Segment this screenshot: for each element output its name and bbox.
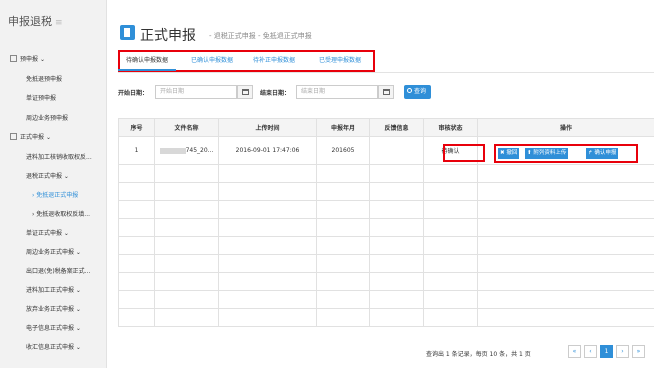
withdraw-button[interactable]: ✖ 撤回 [498, 148, 520, 159]
calendar-icon [242, 89, 249, 95]
col-period: 申报年月 [316, 118, 370, 137]
sidebar-item-mianditui-fantian[interactable]: › 免抵退收取权反填... [32, 209, 90, 218]
upload-attachments-button[interactable]: ⬆ 附列资料上传 [525, 148, 569, 159]
table-row-empty [118, 290, 654, 309]
grid-icon [10, 55, 17, 62]
sidebar-item-formal-declare[interactable]: 正式申报 ⌄ [10, 132, 51, 141]
sidebar-item-beian-formal[interactable]: 出口退(免)税备案正式... [26, 266, 90, 275]
query-button[interactable]: 查询 [404, 85, 431, 99]
breadcrumb: - 退税正式申报 - 免抵退正式申报 [209, 32, 312, 40]
sidebar-item-shouhui-formal[interactable]: 收汇信息正式申报 ⌄ [26, 342, 81, 351]
end-date-label: 结束日期： [260, 90, 291, 97]
sidebar-item-zhoubian-pre[interactable]: 周边业务预申报 [26, 113, 68, 122]
cell-upload-time: 2016-09-01 17:47:06 [218, 136, 317, 165]
table-header: 序号 文件名称 上传时间 申报年月 反馈信息 审核状态 操作 [118, 118, 654, 137]
sidebar-title: 申报退税 ≡ [8, 15, 63, 28]
calendar-icon [383, 89, 390, 95]
col-feedback: 反馈信息 [369, 118, 424, 137]
col-status: 审核状态 [423, 118, 478, 137]
sidebar-item-zhoubian-formal[interactable]: 周边业务正式申报 ⌄ [26, 247, 81, 256]
sidebar-item-dianzi-formal[interactable]: 电子信息正式申报 ⌄ [26, 323, 81, 332]
redacted-text [159, 147, 186, 154]
sidebar-item-mianditui-formal[interactable]: › 免抵退正式申报 [32, 190, 78, 199]
pager-first-button[interactable]: « [568, 345, 581, 358]
document-icon [120, 25, 135, 40]
sidebar-item-jinliao-hexiao[interactable]: 进料加工核销收取权反... [26, 152, 92, 161]
sidebar-item-danzheng-pre[interactable]: 单证预申报 [26, 93, 56, 102]
search-icon [407, 88, 412, 93]
table-row-empty [118, 236, 654, 255]
sidebar-item-tuishui-formal[interactable]: 退税正式申报 ⌄ [26, 171, 69, 180]
pager-summary: 查询出 1 条记录，每页 10 条，共 1 页 [426, 351, 531, 358]
col-actions: 操作 [477, 118, 654, 137]
table-row-empty [118, 164, 654, 183]
status-highlight-box [443, 144, 485, 162]
main-content: 正式申报 - 退税正式申报 - 免抵退正式申报 待确认申报数据 已确认申报数据 … [107, 0, 654, 368]
sidebar-item-fangqi-formal[interactable]: 放弃业务正式申报 ⌄ [26, 304, 81, 313]
tab-pending-correction[interactable]: 待补正申报数据 [253, 55, 295, 64]
pager-page-1[interactable]: 1 [600, 345, 613, 358]
start-date-label: 开始日期： [118, 90, 149, 97]
start-date-input[interactable]: 开始日期 [155, 85, 237, 99]
table-row-empty [118, 308, 654, 327]
table-row-empty [118, 272, 654, 291]
tab-confirmed[interactable]: 已确认申报数据 [191, 55, 233, 64]
cell-filename: 745_20... [154, 136, 219, 165]
sidebar-item-jinliao-formal[interactable]: 进料加工正式申报 ⌄ [26, 285, 81, 294]
active-tab-indicator [118, 69, 176, 71]
table-row-empty [118, 200, 654, 219]
confirm-declare-button[interactable]: ↱ 确认申报 [586, 148, 619, 159]
table-row-empty [118, 254, 654, 273]
pager-prev-button[interactable]: ‹ [584, 345, 597, 358]
sidebar-item-pre-declare[interactable]: 预申报 ⌄ [10, 54, 45, 63]
document-icon [10, 133, 17, 140]
cell-period: 201605 [316, 136, 370, 165]
cell-feedback [369, 136, 424, 165]
tabs-divider [118, 72, 654, 73]
tab-accepted[interactable]: 已受理申报数据 [319, 55, 361, 64]
table-row-empty [118, 218, 654, 237]
hamburger-icon[interactable]: ≡ [55, 18, 63, 28]
sidebar-item-mianditui-pre[interactable]: 免抵退预申报 [26, 74, 62, 83]
page-title: 正式申报 [140, 28, 196, 44]
tab-pending-confirm[interactable]: 待确认申报数据 [126, 55, 168, 64]
start-calendar-button[interactable] [237, 85, 253, 99]
pager-last-button[interactable]: » [632, 345, 645, 358]
col-index: 序号 [118, 118, 155, 137]
sidebar-item-danzheng-formal[interactable]: 单证正式申报 ⌄ [26, 228, 69, 237]
end-calendar-button[interactable] [378, 85, 394, 99]
col-upload-time: 上传时间 [218, 118, 317, 137]
end-date-input[interactable]: 结束日期 [296, 85, 378, 99]
table-row-empty [118, 182, 654, 201]
sidebar: 申报退税 ≡ 预申报 ⌄ 免抵退预申报 单证预申报 周边业务预申报 正式申报 ⌄ … [0, 0, 107, 368]
col-filename: 文件名称 [154, 118, 219, 137]
cell-index: 1 [118, 136, 155, 165]
pager-next-button[interactable]: › [616, 345, 629, 358]
